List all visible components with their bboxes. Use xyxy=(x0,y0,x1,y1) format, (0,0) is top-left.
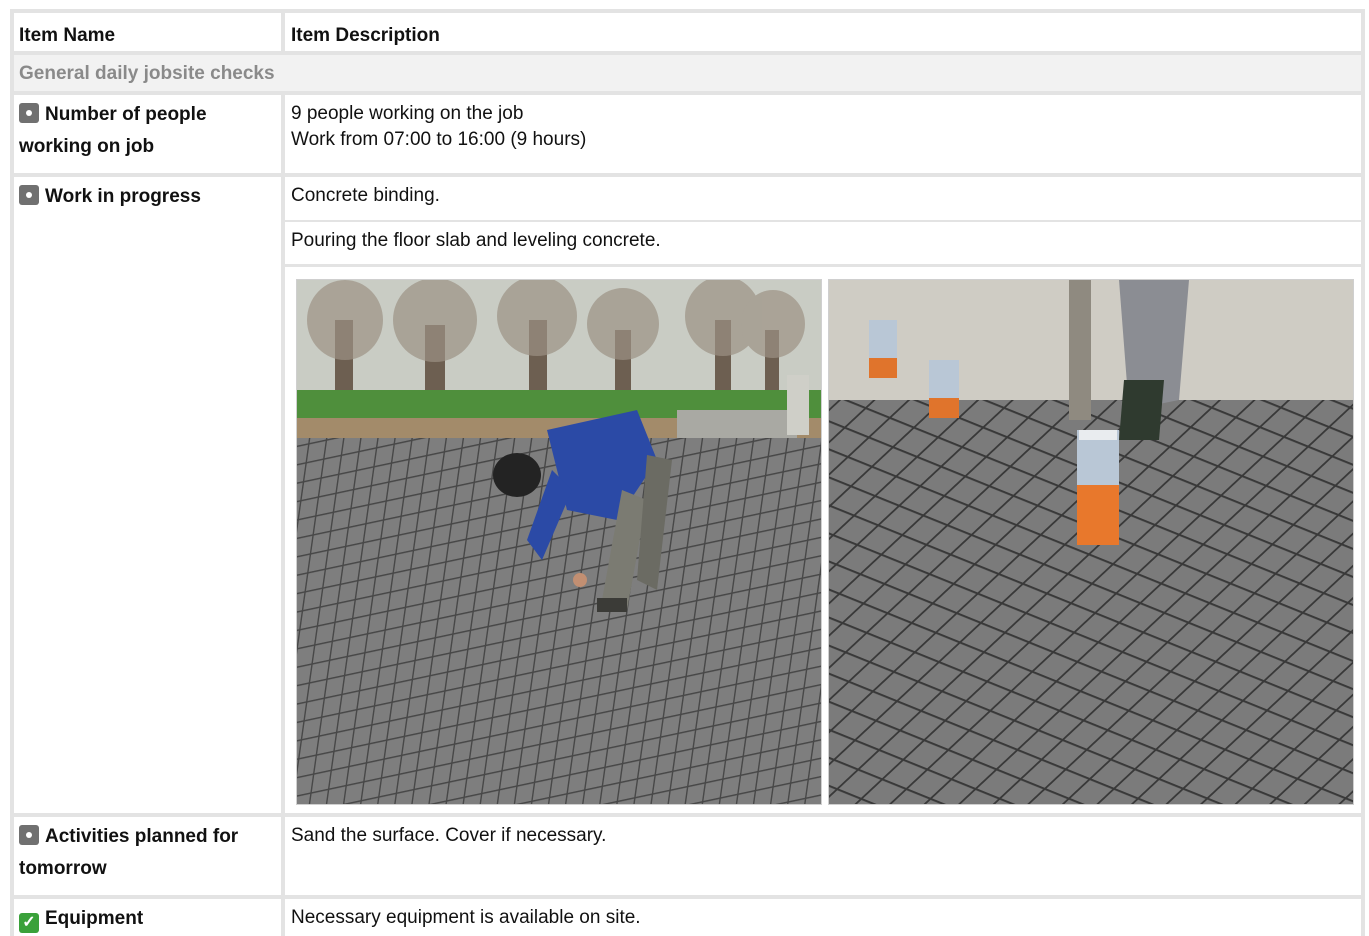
item-name: Work in progress xyxy=(45,186,201,207)
jobsite-photo[interactable] xyxy=(296,279,822,805)
description-entry: Concrete binding. xyxy=(285,177,1361,220)
item-name-cell: Activities planned for tomorrow xyxy=(14,817,281,895)
description-line: Sand the surface. Cover if necessary. xyxy=(291,825,607,846)
description-entry: Pouring the floor slab and leveling conc… xyxy=(285,222,1361,264)
col-header-name: Item Name xyxy=(14,13,281,51)
table-row: Activities planned for tomorrow Sand the… xyxy=(10,817,1365,895)
photo-concrete-pour xyxy=(829,280,1353,804)
item-name-cell: Work in progress xyxy=(14,177,281,813)
item-description-cell: Sand the surface. Cover if necessary. xyxy=(285,817,1361,895)
status-neutral-icon xyxy=(19,103,39,123)
description-line: 9 people working on the job xyxy=(291,103,524,124)
item-name: Activities planned for tomorrow xyxy=(19,826,239,879)
table-header: Item Name Item Description xyxy=(10,9,1365,51)
table-row: Number of people working on job 9 people… xyxy=(10,95,1365,173)
table-row: ✓ Equipment Necessary equipment is availa… xyxy=(10,899,1365,936)
daily-report-table: Item Name Item Description General daily… xyxy=(10,9,1365,936)
status-neutral-icon xyxy=(19,185,39,205)
table-row: Work in progress Concrete binding. Pouri… xyxy=(10,177,1365,813)
item-name: Equipment xyxy=(45,908,144,929)
item-name-cell: ✓ Equipment xyxy=(14,899,281,936)
status-neutral-icon xyxy=(19,825,39,845)
jobsite-photo[interactable] xyxy=(828,279,1354,805)
photo-gallery xyxy=(285,267,1361,813)
description-line: Work from 07:00 to 16:00 (9 hours) xyxy=(291,129,587,150)
item-name-cell: Number of people working on job xyxy=(14,95,281,173)
checkmark-icon: ✓ xyxy=(19,913,39,933)
col-header-description: Item Description xyxy=(285,13,1361,51)
item-name: Number of people working on job xyxy=(19,104,207,157)
photo-worker-rebar xyxy=(297,280,821,804)
section-title: General daily jobsite checks xyxy=(14,55,1361,91)
item-description-cell: Necessary equipment is available on site… xyxy=(285,899,1361,936)
item-description-cell: 9 people working on the job Work from 07… xyxy=(285,95,1361,173)
description-line: Necessary equipment is available on site… xyxy=(291,907,641,928)
